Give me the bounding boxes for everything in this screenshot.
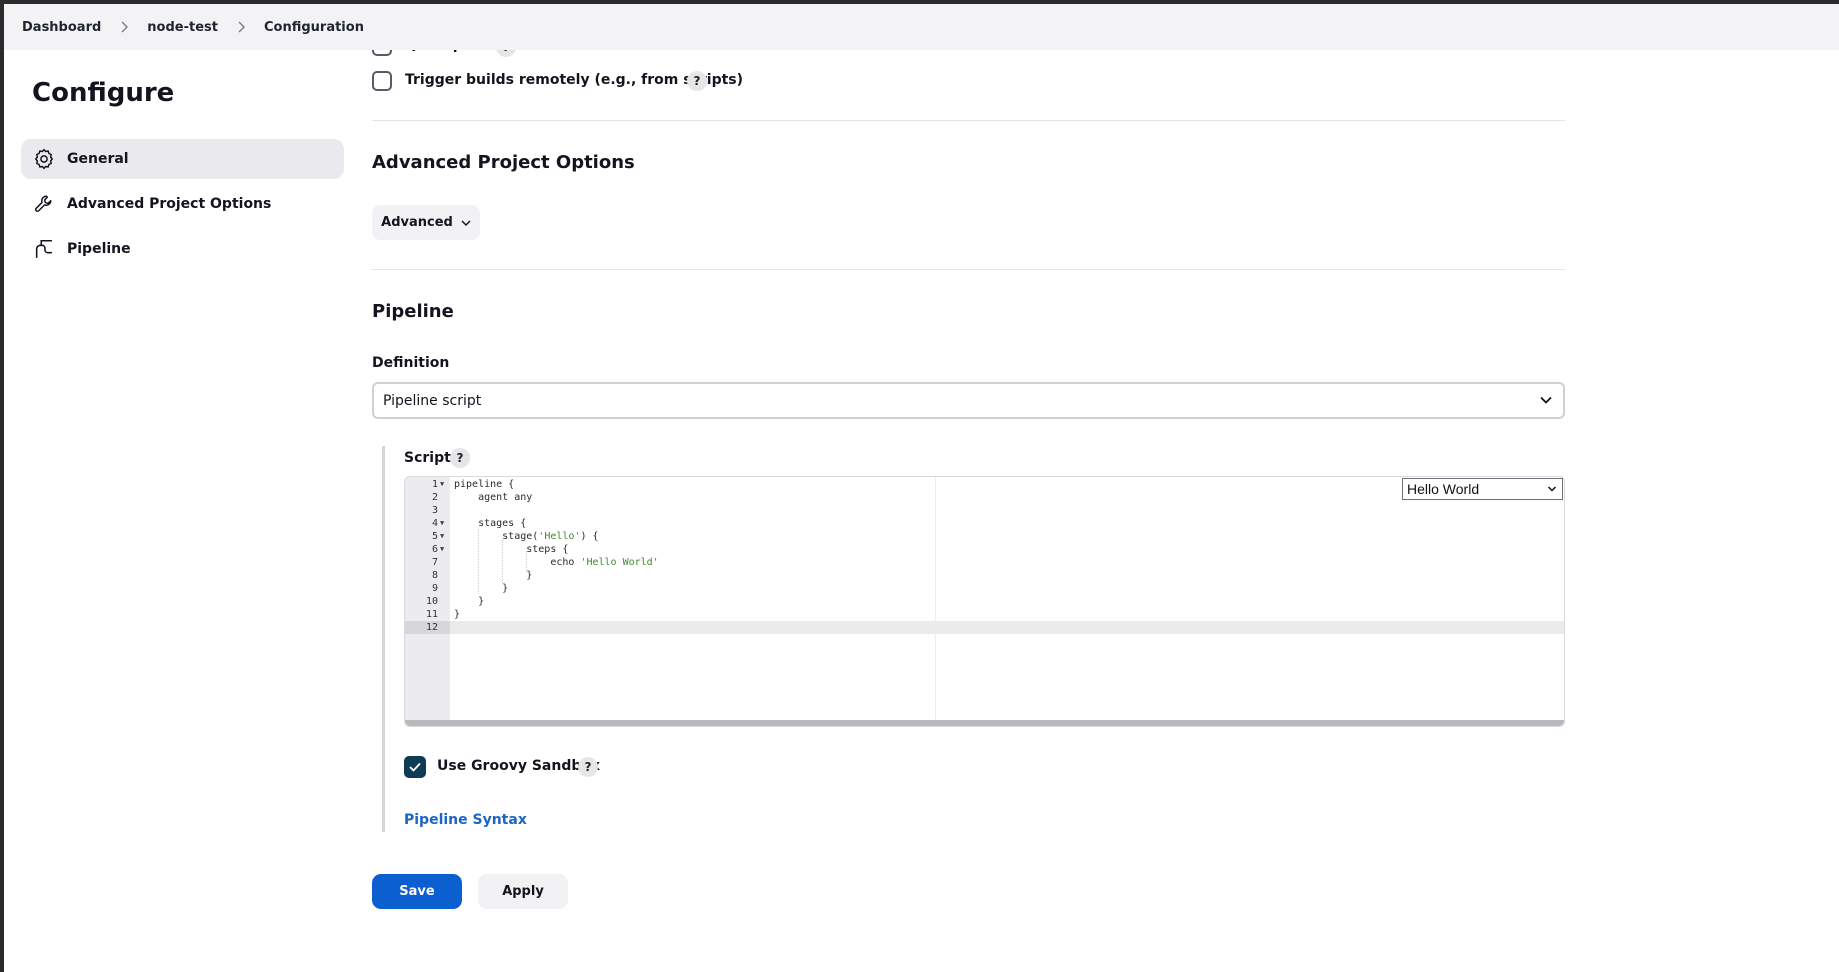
- pipeline-syntax-link[interactable]: Pipeline Syntax: [404, 812, 527, 828]
- fold-toggle-icon[interactable]: ▼: [440, 543, 444, 556]
- page-title: Configure: [32, 78, 175, 108]
- gear-icon: [33, 148, 55, 170]
- line-number: 4: [431, 518, 438, 529]
- chevron-down-icon: [1547, 486, 1557, 492]
- code-line: steps {: [454, 544, 569, 555]
- editor-print-margin: [935, 477, 936, 726]
- apply-button[interactable]: Apply: [478, 874, 568, 909]
- breadcrumb: Dashboard node-test Configuration: [22, 4, 364, 50]
- fold-toggle-icon[interactable]: ▼: [440, 517, 444, 530]
- sample-script-select[interactable]: Hello World: [1402, 478, 1563, 500]
- line-number: 12: [425, 622, 438, 633]
- line-number: 9: [431, 583, 438, 594]
- string-literal: 'Hello World': [580, 557, 659, 568]
- chevron-down-icon: [461, 219, 471, 226]
- editor-active-line: [405, 621, 1564, 634]
- sidebar-item-advanced-project-options[interactable]: Advanced Project Options: [21, 184, 344, 224]
- breadcrumb-dashboard[interactable]: Dashboard: [22, 20, 101, 35]
- fold-toggle-icon[interactable]: ▼: [440, 478, 444, 491]
- nested-section-rail: [382, 446, 385, 832]
- code-line: }: [454, 583, 509, 594]
- definition-select-value: Pipeline script: [383, 393, 482, 409]
- fold-toggle-icon[interactable]: ▼: [440, 530, 444, 543]
- line-number: 2: [431, 492, 438, 503]
- window-frame-left: [0, 0, 4, 972]
- chevron-right-icon: [234, 20, 248, 34]
- sidebar-item-general[interactable]: General: [21, 139, 344, 179]
- editor-scrollbar[interactable]: [405, 720, 1564, 726]
- trigger-remote-checkbox[interactable]: [372, 71, 392, 91]
- definition-label: Definition: [372, 355, 450, 371]
- sidebar-item-pipeline[interactable]: Pipeline: [21, 229, 344, 269]
- help-icon[interactable]: ?: [578, 757, 598, 777]
- advanced-project-options-heading: Advanced Project Options: [372, 152, 635, 173]
- help-icon[interactable]: ?: [450, 448, 470, 468]
- code-line: agent any: [454, 492, 533, 503]
- breadcrumb-bar: Dashboard node-test Configuration: [4, 4, 1839, 50]
- line-number: 3: [431, 505, 438, 516]
- breadcrumb-configuration[interactable]: Configuration: [264, 20, 364, 35]
- line-number: 8: [431, 570, 438, 581]
- string-literal: 'Hello': [538, 531, 581, 542]
- code-line: }: [454, 596, 485, 607]
- section-divider: [372, 120, 1565, 121]
- pipeline-heading: Pipeline: [372, 301, 454, 322]
- groovy-sandbox-label: Use Groovy Sandbox: [437, 758, 601, 774]
- line-number: 1: [431, 479, 438, 490]
- code-line: echo 'Hello World': [454, 557, 659, 568]
- sidebar-item-label: Pipeline: [67, 241, 131, 257]
- chevron-right-icon: [117, 20, 131, 34]
- advanced-button-label: Advanced: [381, 215, 453, 230]
- section-divider: [372, 269, 1565, 270]
- script-editor[interactable]: 1 2 3 4 5 6 7 8 9 10 11 12 ▼ ▼ ▼ ▼ pipel…: [404, 476, 1565, 727]
- code-line: stage('Hello') {: [454, 531, 599, 542]
- save-button[interactable]: Save: [372, 874, 462, 909]
- sidebar-item-label: General: [67, 151, 129, 167]
- breadcrumb-node-test[interactable]: node-test: [147, 20, 218, 35]
- checkmark-icon: [409, 762, 421, 772]
- sidebar-item-label: Advanced Project Options: [67, 196, 272, 212]
- wrench-icon: [33, 193, 55, 215]
- script-label: Script: [404, 450, 451, 466]
- code-line: pipeline {: [454, 479, 515, 490]
- line-number: 7: [431, 557, 438, 568]
- line-number: 6: [431, 544, 438, 555]
- line-number: 11: [425, 609, 438, 620]
- line-number: 10: [425, 596, 438, 607]
- code-line: }: [454, 609, 461, 620]
- definition-select[interactable]: Pipeline script: [372, 382, 1565, 419]
- pipeline-icon: [33, 238, 55, 260]
- line-number: 5: [431, 531, 438, 542]
- help-icon[interactable]: ?: [687, 71, 707, 91]
- sample-script-select-value: Hello World: [1407, 481, 1480, 497]
- chevron-down-icon: [1540, 396, 1552, 404]
- code-line: stages {: [454, 518, 527, 529]
- advanced-button[interactable]: Advanced: [372, 205, 480, 240]
- code-line: }: [454, 570, 533, 581]
- groovy-sandbox-checkbox[interactable]: [404, 756, 426, 778]
